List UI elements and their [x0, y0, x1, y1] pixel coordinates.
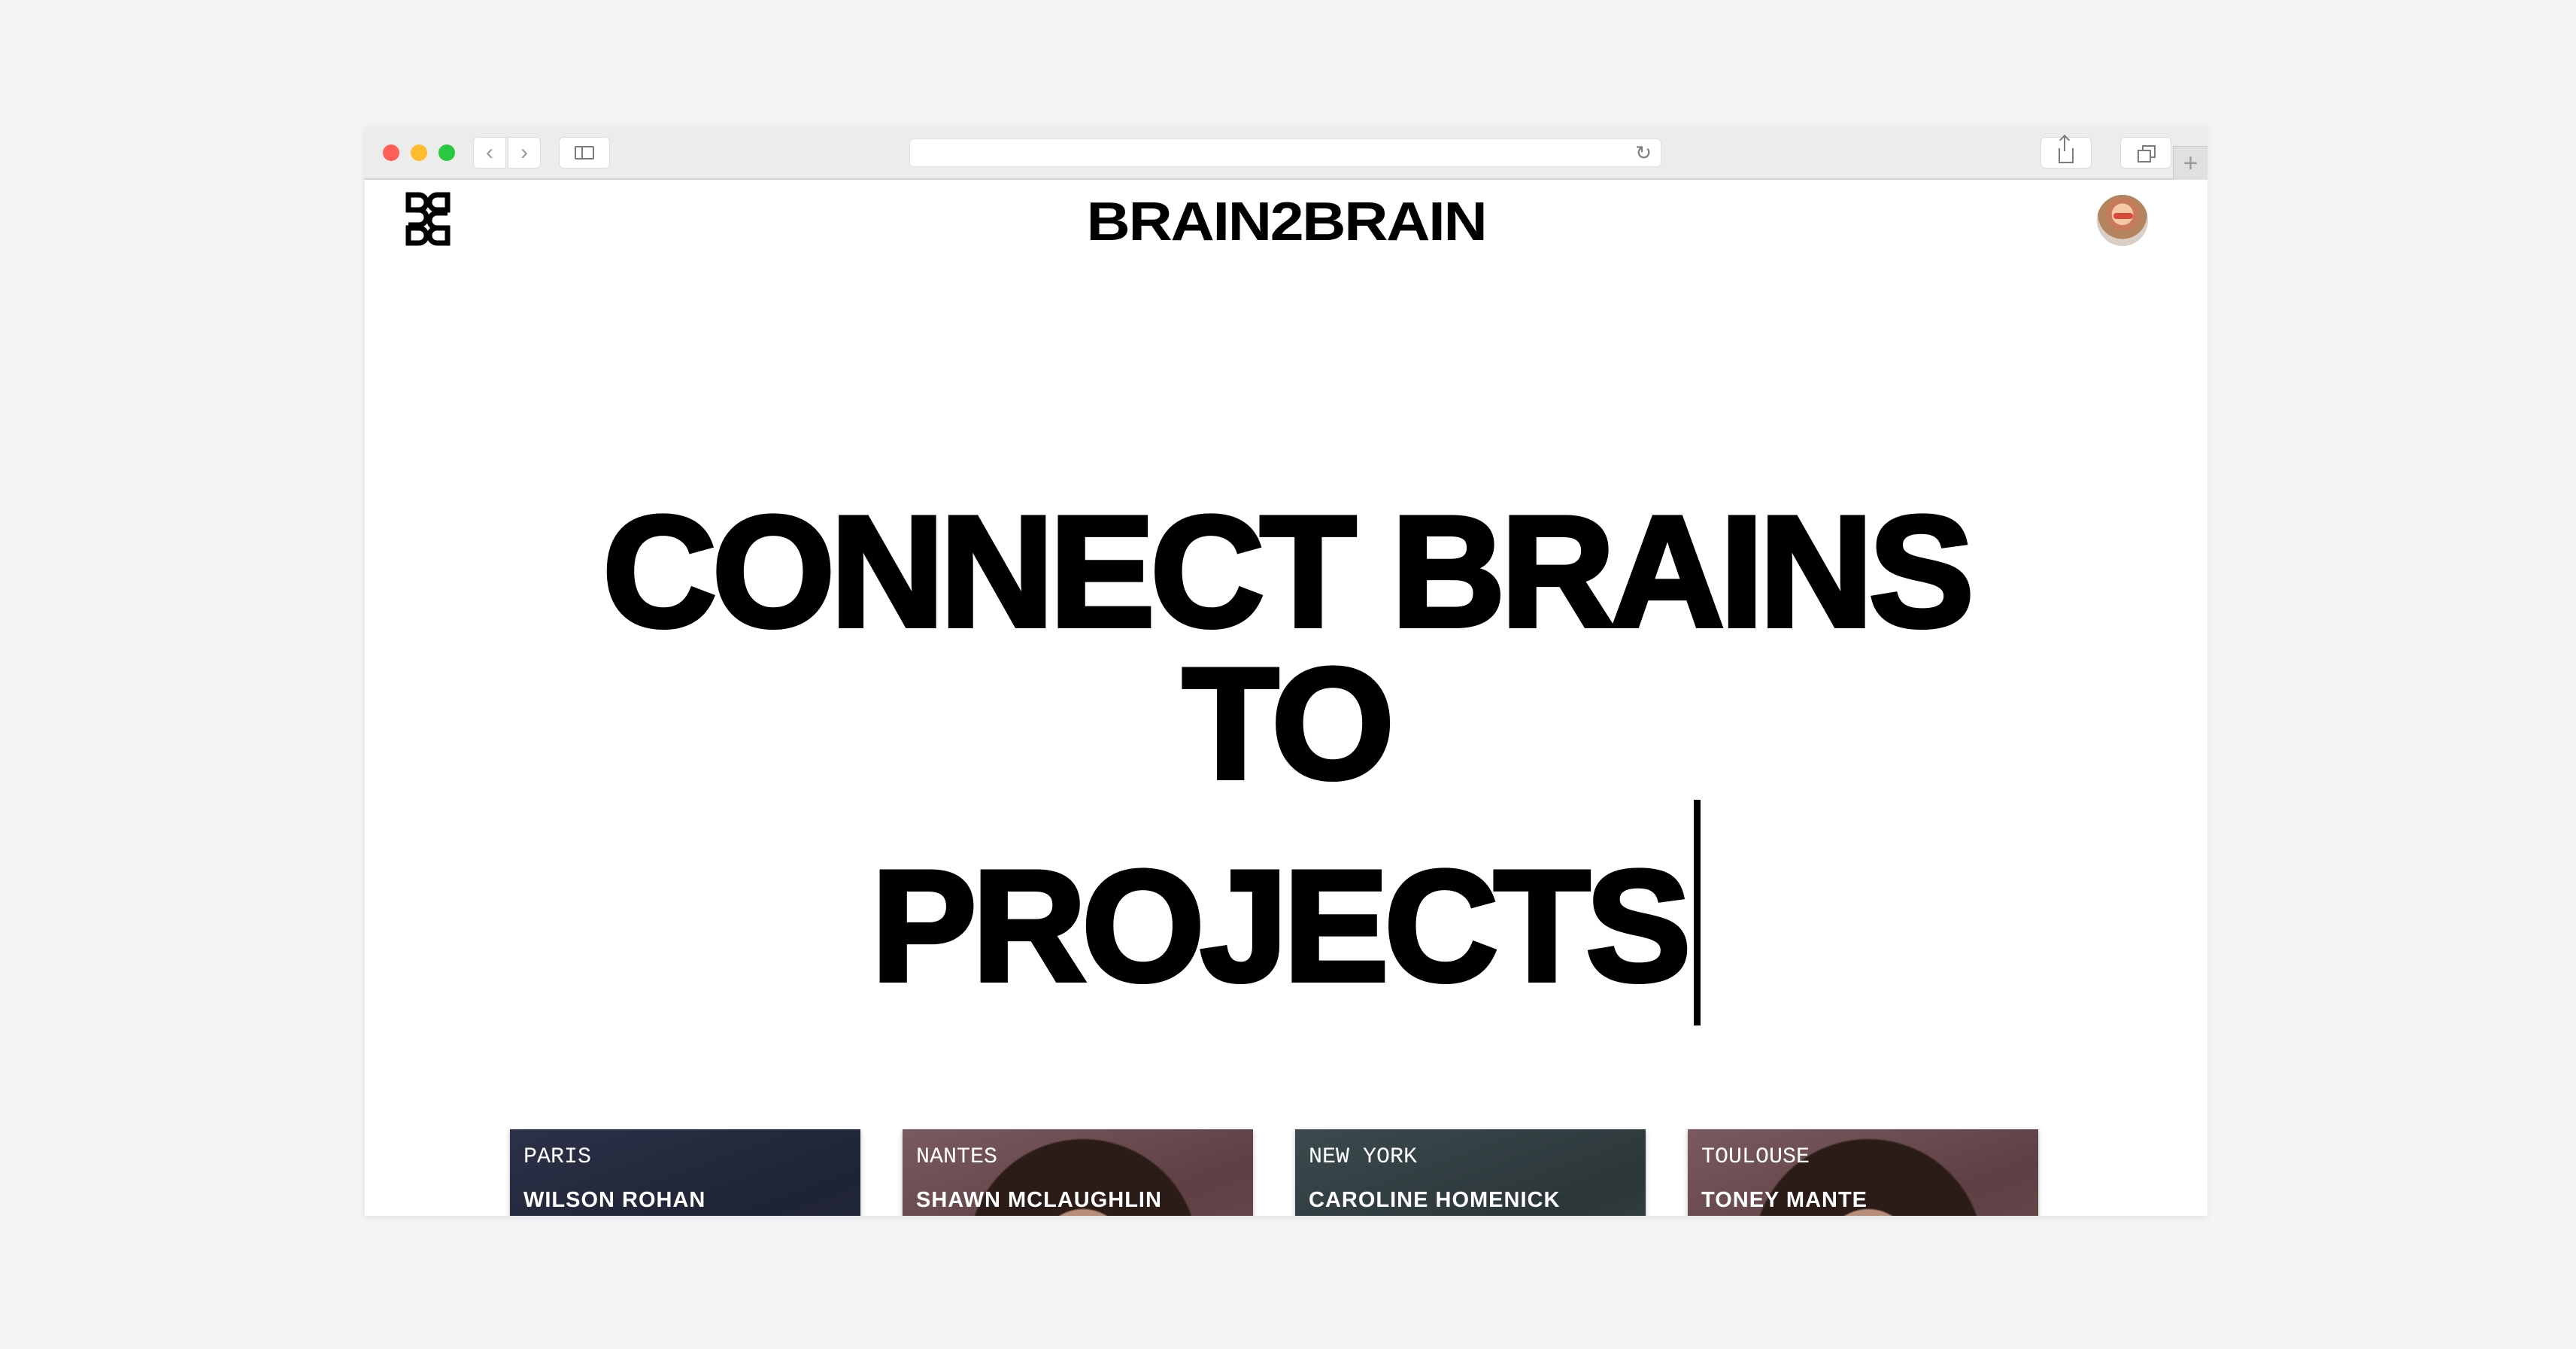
share-icon — [2059, 136, 2074, 163]
sidebar-toggle-button[interactable] — [559, 137, 610, 169]
site-title[interactable]: BRAIN2BRAIN — [365, 195, 2207, 249]
profile-card[interactable]: TOULOUSE TONEY MANTE — [1688, 1129, 2038, 1216]
sidebar-icon — [575, 146, 594, 160]
hero-line-1: CONNECT BRAINS — [600, 483, 1977, 660]
tabs-icon — [2138, 145, 2156, 163]
reload-icon[interactable]: ↻ — [1635, 141, 1652, 164]
browser-window: ‹ › ↻ + BRAIN2BRAIN CONNECT BRAINS TO PR… — [365, 126, 2207, 1216]
address-bar[interactable]: ↻ — [909, 138, 1661, 167]
browser-toolbar: ‹ › ↻ + — [365, 126, 2207, 180]
profile-card[interactable]: NEW YORK CAROLINE HOMENICK — [1295, 1129, 1646, 1216]
web-page: BRAIN2BRAIN CONNECT BRAINS TO PROJECTS P… — [365, 180, 2207, 1216]
plus-icon: + — [2183, 148, 2198, 178]
card-city: TOULOUSE — [1701, 1144, 1810, 1170]
card-name: SHAWN MCLAUGHLIN — [916, 1188, 1162, 1212]
card-name: TONEY MANTE — [1701, 1188, 1868, 1212]
hero-line-3-wrap: PROJECTS — [365, 800, 2207, 1025]
forward-button[interactable]: › — [508, 137, 541, 169]
new-tab-button[interactable]: + — [2173, 146, 2207, 180]
hero-line-2: TO — [1180, 635, 1397, 812]
back-button[interactable]: ‹ — [473, 137, 506, 169]
profile-card[interactable]: NANTES SHAWN MCLAUGHLIN — [903, 1129, 1253, 1216]
card-city: NEW YORK — [1309, 1144, 1418, 1170]
chevron-right-icon: › — [520, 140, 528, 165]
show-tabs-button[interactable] — [2120, 137, 2171, 169]
user-avatar[interactable] — [2097, 195, 2148, 246]
share-button[interactable] — [2040, 136, 2092, 169]
profile-cards: PARIS WILSON ROHAN NANTES SHAWN MCLAUGHL… — [510, 1129, 2052, 1216]
card-name: WILSON ROHAN — [523, 1188, 706, 1212]
zoom-window-button[interactable] — [438, 144, 455, 161]
chevron-left-icon: ‹ — [486, 140, 493, 165]
card-city: NANTES — [916, 1144, 998, 1170]
close-window-button[interactable] — [383, 144, 399, 161]
hero-headline: CONNECT BRAINS TO PROJECTS — [365, 483, 2207, 1025]
text-cursor — [1694, 800, 1701, 1025]
card-name: CAROLINE HOMENICK — [1309, 1188, 1561, 1212]
card-city: PARIS — [523, 1144, 592, 1170]
profile-card[interactable]: PARIS WILSON ROHAN — [510, 1129, 860, 1216]
hero-line-3: PROJECTS — [869, 837, 1694, 1014]
minimize-window-button[interactable] — [411, 144, 427, 161]
